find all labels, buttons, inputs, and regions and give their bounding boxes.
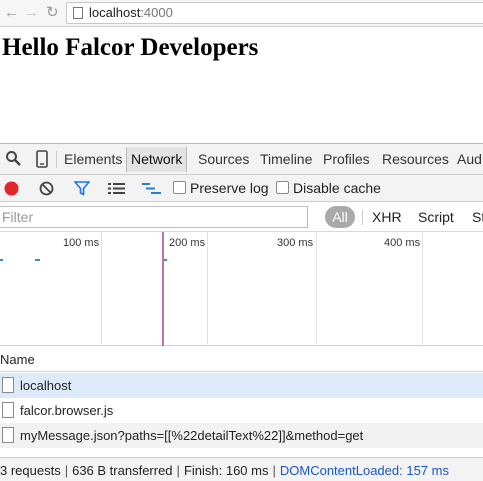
network-status-bar: 3 requests | 636 B transferred | Finish: 160… [0,457,483,481]
document-icon [2,427,14,443]
timeline-tick-label: 100 ms [63,237,100,249]
disable-cache-label: Disable cache [293,180,381,196]
request-row-mymessage-json[interactable]: myMessage.json?paths=[[%22detailText%22]… [0,423,483,448]
timeline-tick-label: 400 ms [384,237,421,249]
list-view-icon[interactable] [108,182,125,200]
tab-resources[interactable]: Resources [382,151,449,167]
overview-icon[interactable] [142,182,162,200]
tab-sources[interactable]: Sources [198,151,249,167]
forward-arrow-icon[interactable]: → [24,5,39,21]
timeline-gridline [422,232,423,346]
network-overview-timeline[interactable]: 100 ms 200 ms 300 ms 400 ms [0,232,483,346]
preserve-log-checkbox[interactable] [173,181,186,194]
finish-time: Finish: 160 ms [183,463,269,478]
request-name: falcor.browser.js [20,403,114,418]
timeline-request-bar [164,259,167,261]
filter-stylesheet[interactable]: St [472,209,483,225]
domcontentloaded-time: DOMContentLoaded: 157 ms [279,463,449,478]
tab-profiles[interactable]: Profiles [323,151,370,167]
disable-cache-checkbox[interactable] [276,181,289,194]
request-name: localhost [20,378,72,393]
load-event-marker [162,232,164,346]
clear-icon[interactable] [39,181,54,201]
filter-script[interactable]: Script [418,209,454,225]
request-row-falcor-browser-js[interactable]: falcor.browser.js [0,398,483,423]
timeline-request-bar [0,259,3,261]
page-icon [73,7,83,19]
inspect-search-icon[interactable] [5,150,21,171]
request-name: myMessage.json?paths=[[%22detailText%22]… [20,428,364,443]
timeline-gridline [101,232,102,346]
page-heading: Hello Falcor Developers [2,34,259,61]
filter-bar: All XHR Script St [0,202,483,232]
url-text: localhost:4000 [89,5,173,20]
timeline-tick-label: 200 ms [169,237,206,249]
preserve-log-label: Preserve log [190,180,269,196]
transferred-size: 636 B transferred [72,463,173,478]
reload-icon[interactable]: ↻ [46,5,59,21]
tab-elements[interactable]: Elements [64,151,122,167]
tab-divider [56,151,57,168]
filter-divider [362,210,363,225]
request-count: 3 requests [0,463,61,478]
timeline-gridline [316,232,317,346]
device-mode-icon[interactable] [36,150,48,173]
tab-audits[interactable]: Aud [457,151,482,167]
url-bar[interactable]: localhost:4000 [66,2,483,24]
filter-input[interactable] [0,206,308,228]
request-row-localhost[interactable]: localhost [0,373,483,398]
network-toolbar: Preserve log Disable cache [0,175,483,202]
filter-xhr[interactable]: XHR [372,209,402,225]
name-column-header[interactable]: Name [0,346,483,372]
devtools-panel: Elements Network Sources Timeline Profil… [0,143,483,481]
tab-timeline[interactable]: Timeline [260,151,312,167]
tab-network[interactable]: Network [126,147,188,172]
timeline-request-bar [35,259,40,261]
timeline-tick-label: 300 ms [277,237,314,249]
document-icon [2,402,14,418]
filter-all-button[interactable]: All [325,206,355,228]
filter-icon[interactable] [73,181,91,201]
record-icon[interactable] [4,181,19,201]
timeline-gridline [207,232,208,346]
devtools-tab-bar: Elements Network Sources Timeline Profil… [0,144,483,175]
document-icon [2,377,14,393]
browser-address-bar: ← → ↻ localhost:4000 [0,0,483,27]
back-arrow-icon[interactable]: ← [4,5,19,21]
